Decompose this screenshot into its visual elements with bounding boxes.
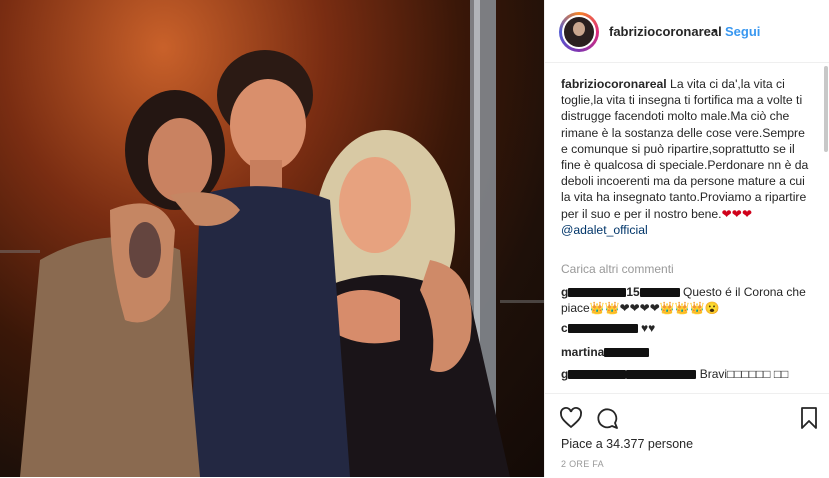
redacted-text [568,370,627,380]
post-header: fabriziocoronareal • Segui [545,0,829,63]
redacted-text [604,348,650,358]
comment-username[interactable]: martina [561,345,604,359]
comment-username[interactable]: g [561,285,568,299]
heart-icon[interactable] [559,406,583,430]
caption-hearts: ❤❤❤ [721,206,753,221]
post-caption: fabriziocoronareal La vita ci da',la vit… [561,76,811,238]
comment-username[interactable]: c [561,321,568,335]
comment-item: g 15 Questo é il Corona che piace👑👑❤❤❤❤👑👑… [561,284,811,316]
comment-text: ♥♥ [641,321,656,335]
follow-button[interactable]: Segui [725,24,760,39]
redacted-text [568,288,627,298]
post-actions: Piace a 34.377 persone 2 ORE FA [545,393,829,478]
comment-text: Bravi□□□□□□ □□ [699,367,789,381]
likes-count[interactable]: Piace a 34.377 persone [561,437,693,451]
photo-illustration [0,0,544,477]
comment-username-tail: 15 [626,285,640,299]
caption-username[interactable]: fabriziocoronareal [561,77,667,91]
header-username[interactable]: fabriziocoronareal [609,24,722,39]
bookmark-icon[interactable] [797,406,821,430]
comments-scrollbar[interactable] [824,66,828,152]
load-more-comments[interactable]: Carica altri commenti [561,262,674,276]
caption-mention[interactable]: @adalet_official [561,223,648,237]
avatar[interactable] [562,15,596,49]
redacted-text [567,324,638,334]
comment-item: c ♥♥ [561,320,811,336]
comment-icon[interactable] [595,406,619,430]
avatar-story-ring[interactable] [559,12,599,52]
redacted-text [639,288,680,298]
redacted-text [626,370,697,380]
separator-dot: • [713,23,718,38]
post-timestamp: 2 ORE FA [561,459,604,469]
post-sidebar: fabriziocoronareal • Segui fabriziocoron… [544,0,829,477]
comment-item: martina [561,344,811,360]
comment-username[interactable]: g [561,367,568,381]
post-photo[interactable] [0,0,544,477]
caption-text: La vita ci da',la vita ci toglie,la vita… [561,77,809,221]
comment-item: g Bravi□□□□□□ □□ [561,366,811,382]
